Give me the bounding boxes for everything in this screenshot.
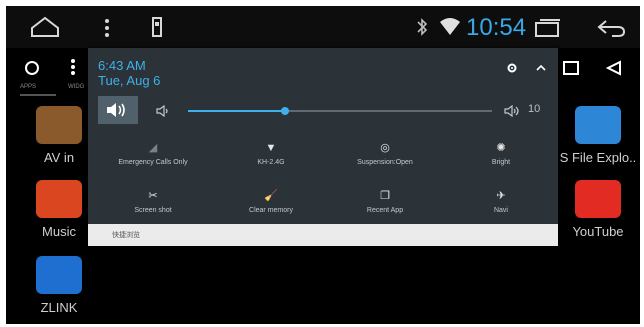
signal-icon: ◢ bbox=[148, 142, 158, 154]
av-in-icon bbox=[36, 106, 82, 144]
app-label: S File Explo.. bbox=[559, 150, 637, 165]
qs-label: KH-2.4G bbox=[257, 159, 285, 166]
broom-icon: 🧹 bbox=[264, 190, 278, 202]
app-label: AV in bbox=[43, 150, 75, 165]
settings-icon[interactable] bbox=[506, 62, 518, 74]
volume-slider[interactable] bbox=[188, 107, 492, 115]
qs-emergency-calls[interactable]: ◢ Emergency Calls Only bbox=[98, 140, 208, 166]
usb-icon bbox=[152, 17, 162, 37]
back-icon[interactable] bbox=[596, 18, 626, 38]
home-icon[interactable] bbox=[30, 16, 60, 38]
wifi-icon bbox=[440, 18, 460, 35]
volume-slider-fill bbox=[188, 110, 286, 112]
notification-shade: 6:43 AM Tue, Aug 6 10 ◢ Emergency Calls … bbox=[88, 48, 558, 246]
qs-label: Emergency Calls Only bbox=[118, 159, 188, 166]
volume-slider-thumb[interactable] bbox=[281, 107, 290, 115]
wifi-icon: ▼ bbox=[265, 142, 277, 154]
volume-value: 10 bbox=[528, 103, 541, 115]
volume-mute-button[interactable] bbox=[98, 96, 138, 124]
search-circle-icon[interactable] bbox=[24, 60, 40, 76]
qs-navi[interactable]: ✈ Navi bbox=[446, 188, 556, 214]
triangle-back-icon[interactable] bbox=[606, 60, 622, 76]
shade-footer[interactable]: 快捷浏览 bbox=[88, 224, 558, 246]
recent-app-icon: ❐ bbox=[380, 190, 390, 202]
file-explorer-icon bbox=[575, 106, 621, 144]
zlink-icon bbox=[36, 256, 82, 294]
app-file-explorer[interactable]: S File Explo.. bbox=[558, 106, 638, 165]
tab-widgets[interactable]: WIDG bbox=[68, 84, 84, 90]
speaker-loud-icon bbox=[107, 103, 125, 117]
qs-suspension[interactable]: ◎ Suspension:Open bbox=[330, 140, 440, 166]
qs-screen-shot[interactable]: ✂ Screen shot bbox=[98, 188, 208, 214]
app-youtube[interactable]: YouTube bbox=[558, 180, 638, 239]
target-icon: ◎ bbox=[380, 142, 390, 154]
app-label: YouTube bbox=[572, 224, 624, 239]
qs-wifi[interactable]: ▼ KH-2.4G bbox=[216, 140, 326, 166]
tab-apps[interactable]: APPS bbox=[20, 84, 36, 90]
shade-time: 6:43 AM bbox=[98, 58, 146, 73]
qs-label: Bright bbox=[491, 159, 511, 166]
app-label: Music bbox=[42, 224, 76, 239]
speaker-high-icon bbox=[504, 105, 519, 117]
device-screen: 10:54 APPS WIDG AV in Music ZLINK S File… bbox=[6, 6, 640, 324]
navi-icon: ✈ bbox=[496, 190, 506, 202]
qs-clear-memory[interactable]: 🧹 Clear memory bbox=[216, 188, 326, 214]
qs-label: Navi bbox=[493, 207, 508, 214]
recent-apps-icon[interactable] bbox=[534, 18, 562, 38]
square-icon[interactable] bbox=[562, 60, 580, 76]
launcher-menu-icon[interactable] bbox=[70, 58, 76, 76]
shade-date: Tue, Aug 6 bbox=[98, 73, 161, 88]
music-icon bbox=[36, 180, 82, 218]
brightness-icon: ✺ bbox=[496, 142, 506, 154]
tab-underline bbox=[20, 94, 56, 96]
app-music[interactable]: Music bbox=[28, 180, 90, 239]
youtube-icon bbox=[575, 180, 621, 218]
qs-label: Suspension:Open bbox=[357, 159, 413, 166]
footer-text: 快捷浏览 bbox=[112, 232, 140, 239]
qs-label: Recent App bbox=[366, 207, 404, 214]
scissors-icon: ✂ bbox=[148, 190, 158, 202]
system-bar: 10:54 bbox=[6, 6, 640, 48]
volume-row: 10 bbox=[88, 96, 558, 126]
system-clock: 10:54 bbox=[466, 14, 527, 41]
collapse-icon[interactable] bbox=[536, 64, 546, 72]
speaker-low-icon bbox=[156, 105, 168, 117]
qs-bright[interactable]: ✺ Bright bbox=[446, 140, 556, 166]
more-vert-icon[interactable] bbox=[104, 18, 110, 38]
qs-recent-app[interactable]: ❐ Recent App bbox=[330, 188, 440, 214]
app-av-in[interactable]: AV in bbox=[28, 106, 90, 165]
bluetooth-icon bbox=[417, 18, 428, 36]
qs-label: Clear memory bbox=[249, 207, 293, 214]
app-label: ZLINK bbox=[40, 300, 78, 315]
qs-label: Screen shot bbox=[134, 207, 172, 214]
app-zlink[interactable]: ZLINK bbox=[28, 256, 90, 315]
